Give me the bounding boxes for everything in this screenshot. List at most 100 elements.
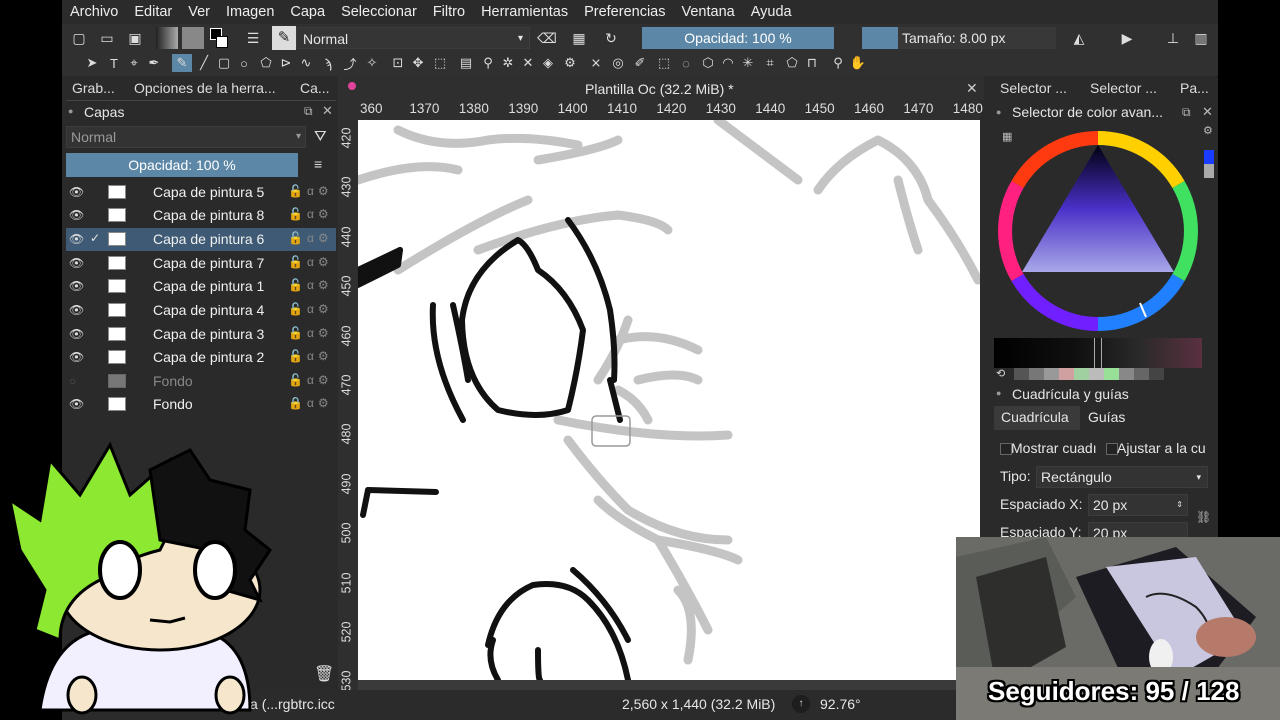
text-tool-icon[interactable]: T (106, 55, 122, 71)
eye-icon[interactable]: 👁 (69, 350, 84, 364)
pen-tool-icon[interactable]: ✐ (632, 55, 648, 71)
eye-icon[interactable]: 👁 (69, 208, 84, 222)
close-icon[interactable]: ✕ (322, 103, 333, 119)
layer-row[interactable]: 👁 Capa de pintura 7 🔓α⚙ (66, 252, 336, 275)
layer-flag-icons[interactable]: 🔓α⚙ (288, 207, 333, 221)
tab-selector-2[interactable]: Selector ... (1090, 80, 1157, 102)
edit-shapes-icon[interactable]: ⌖ (126, 55, 142, 71)
menu-ayuda[interactable]: Ayuda (743, 4, 800, 20)
menu-preferencias[interactable]: Preferencias (576, 4, 673, 20)
layer-flag-icons[interactable]: 🔒α⚙ (288, 396, 333, 410)
opacity-slider[interactable]: Opacidad: 100 % (642, 27, 834, 49)
close-icon[interactable]: ✕ (1202, 104, 1213, 120)
color-wheel[interactable] (994, 127, 1202, 335)
layer-opacity-slider[interactable]: Opacidad: 100 % (66, 153, 298, 177)
eye-icon[interactable]: 👁 (69, 232, 84, 246)
size-slider[interactable]: Tamaño: 8.00 px (862, 27, 1056, 49)
spacing-y-input[interactable]: 20 px (1088, 522, 1188, 538)
bg-color-indicator[interactable] (1204, 164, 1214, 178)
bezier-tool-icon[interactable]: ∿ (298, 55, 314, 71)
rect-select-icon[interactable]: ⬚ (656, 55, 672, 71)
color-options-icon[interactable]: ⚙ (1203, 124, 1213, 137)
layer-row-selected[interactable]: 👁 ✓ Capa de pintura 6 🔓α⚙ (66, 228, 336, 251)
dock-grip-icon[interactable]: ● (68, 106, 73, 116)
layer-flag-icons[interactable]: 🔓α⚙ (288, 302, 333, 316)
dock-grip-icon[interactable]: ● (996, 107, 1001, 117)
float-icon[interactable]: ⧉ (1182, 105, 1191, 120)
move-tool-icon[interactable]: ✥ (410, 55, 426, 71)
gradient-tool-icon[interactable]: ▤ (458, 55, 474, 71)
gradient-swatch[interactable] (156, 27, 178, 49)
refresh-icon[interactable]: ⟲ (996, 367, 1005, 380)
tab-ca[interactable]: Ca... (300, 80, 330, 102)
menu-imagen[interactable]: Imagen (218, 4, 282, 20)
layer-flag-icons[interactable]: 🔓α⚙ (288, 373, 333, 387)
brush-settings-icon[interactable]: ☰ (244, 29, 262, 47)
eye-hidden-icon[interactable]: ○ (69, 374, 76, 388)
close-document-icon[interactable]: ✕ (966, 80, 978, 97)
layer-row[interactable]: 👁 Fondo 🔒α⚙ (66, 393, 336, 416)
freehand-brush-icon[interactable]: ✎ (172, 54, 192, 72)
freehand-path-icon[interactable]: ϡ (320, 55, 336, 71)
eye-icon[interactable]: 👁 (69, 256, 84, 270)
layer-flag-icons[interactable]: 🔓α⚙ (288, 278, 333, 292)
recent-colors-strip[interactable] (1014, 368, 1164, 380)
link-chain-icon[interactable]: ⛓ (1196, 510, 1211, 524)
layer-flag-icons[interactable]: 🔓α⚙ (288, 184, 333, 198)
layer-row[interactable]: 👁 Capa de pintura 3 🔓α⚙ (66, 323, 336, 346)
menu-filtro[interactable]: Filtro (425, 4, 473, 20)
menu-herramientas[interactable]: Herramientas (473, 4, 576, 20)
layer-flag-icons[interactable]: 🔓α⚙ (288, 349, 333, 363)
tab-guias[interactable]: Guías (1088, 409, 1125, 425)
layer-row[interactable]: 👁 Capa de pintura 5 🔓α⚙ (66, 181, 336, 204)
rotation-icon[interactable]: ↑ (792, 695, 810, 713)
line-tool-icon[interactable]: ╱ (196, 55, 212, 71)
rectangle-tool-icon[interactable]: ▢ (216, 55, 232, 71)
layer-row[interactable]: ○ Fondo 🔓α⚙ (66, 370, 336, 393)
pattern-swatch[interactable] (182, 27, 204, 49)
menu-capa[interactable]: Capa (282, 4, 333, 20)
polygon-select-icon[interactable]: ⬡ (700, 55, 716, 71)
open-folder-icon[interactable]: ▭ (98, 29, 116, 47)
layer-row[interactable]: 👁 Capa de pintura 1 🔓α⚙ (66, 275, 336, 298)
eraser-icon[interactable]: ⌫ (537, 29, 557, 47)
menu-editar[interactable]: Editar (126, 4, 180, 20)
menu-ver[interactable]: Ver (180, 4, 218, 20)
contiguous-select-icon[interactable]: ✳ (740, 55, 756, 71)
spacing-x-input[interactable]: 20 px ⇕ (1088, 494, 1188, 516)
smart-patch-icon[interactable]: ✲ (500, 55, 516, 71)
tab-cuadricula[interactable]: Cuadrícula (1001, 409, 1069, 425)
filter-icon[interactable]: ⛛ (314, 128, 327, 145)
blend-mode-select[interactable]: Normal ▾ (296, 27, 530, 49)
layer-flag-icons[interactable]: 🔓α⚙ (288, 255, 333, 269)
reload-preset-icon[interactable]: ↻ (602, 29, 620, 47)
tab-grabar[interactable]: Grab... (72, 80, 115, 102)
layer-row[interactable]: 👁 Capa de pintura 8 🔓α⚙ (66, 204, 336, 227)
eye-icon[interactable]: 👁 (69, 185, 84, 199)
tab-palette[interactable]: Pa... (1180, 80, 1209, 102)
bezier-select-icon[interactable]: ⬠ (784, 55, 800, 71)
calligraphy-icon[interactable]: ✒ (146, 55, 162, 71)
pan-tool-icon[interactable]: ✋ (850, 55, 866, 71)
ellipse-select-icon[interactable]: ◌ (678, 55, 694, 71)
zoom-tool-icon[interactable]: ⚲ (830, 55, 846, 71)
color-slider-handle[interactable] (1094, 338, 1102, 368)
menu-seleccionar[interactable]: Seleccionar (333, 4, 425, 20)
mirror-vertical-icon[interactable]: ▶ (1118, 29, 1136, 47)
grid-type-select[interactable]: Rectángulo ▾ (1036, 466, 1208, 488)
brush-preset-icon[interactable]: ✎ (272, 26, 296, 50)
multibrush-icon[interactable]: ✧ (364, 55, 380, 71)
fg-color-indicator[interactable] (1204, 150, 1214, 164)
dynamic-brush-icon[interactable]: ⤴ (342, 55, 358, 72)
magnetic-select-icon[interactable]: ⊓ (804, 55, 820, 71)
layer-row[interactable]: 👁 Capa de pintura 2 🔓α⚙ (66, 346, 336, 369)
canvas-only-icon[interactable]: ▥ (1192, 29, 1210, 47)
eye-icon[interactable]: 👁 (69, 397, 84, 411)
menu-archivo[interactable]: Archivo (62, 4, 126, 20)
similar-select-icon[interactable]: ⌗ (762, 55, 778, 71)
menu-ventana[interactable]: Ventana (674, 4, 743, 20)
transform-tool-icon[interactable]: ⬚ (432, 55, 448, 71)
select-shapes-icon[interactable]: ➤ (84, 55, 100, 71)
float-icon[interactable]: ⧉ (304, 104, 313, 119)
layer-flag-icons[interactable]: 🔓α⚙ (288, 326, 333, 340)
